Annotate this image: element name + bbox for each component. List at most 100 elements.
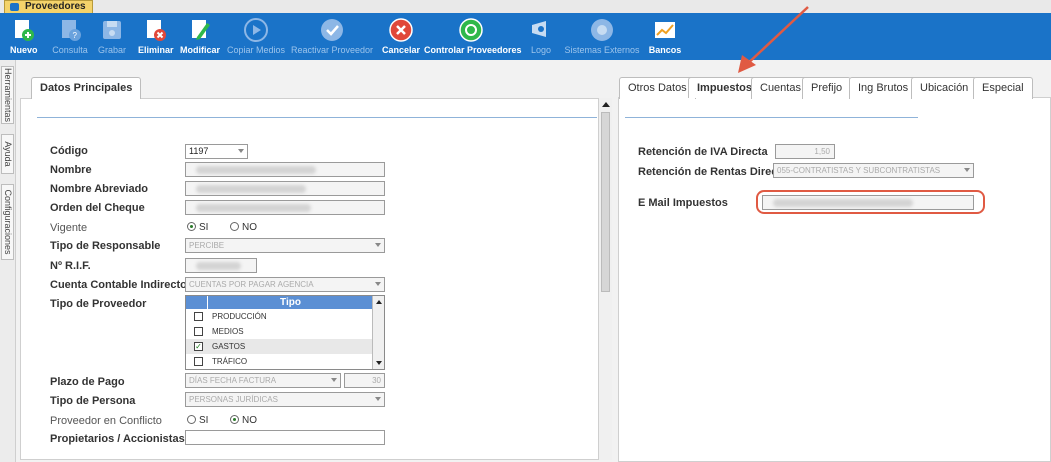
conflicto-no-radio[interactable]: NO [230, 415, 257, 426]
checkbox[interactable] [194, 327, 203, 336]
checkbox[interactable] [194, 357, 203, 366]
cancelar-button[interactable]: Cancelar [381, 16, 421, 60]
cancel-icon [389, 18, 413, 42]
scroll-up-icon[interactable] [602, 102, 610, 107]
external-systems-icon [591, 19, 613, 41]
nombre-input[interactable] [185, 162, 385, 177]
redacted-value [196, 166, 316, 174]
codigo-label: Código [50, 145, 88, 157]
tipo-persona-label: Tipo de Persona [50, 395, 136, 407]
plazo-pago-label: Plazo de Pago [50, 376, 125, 388]
redacted-value [196, 185, 306, 193]
rif-input[interactable] [185, 258, 257, 273]
list-item[interactable]: TRÁFICO [186, 354, 373, 369]
panel-scrollbar[interactable] [598, 98, 612, 460]
side-tab-ayuda[interactable]: Ayuda [1, 134, 14, 174]
plazo-pago-select[interactable]: DÍAS FECHA FACTURA [185, 373, 341, 388]
eliminar-button[interactable]: Eliminar [138, 16, 174, 60]
redacted-value [196, 262, 241, 270]
tab-ubicacion[interactable]: Ubicación [911, 77, 978, 99]
section-divider [625, 117, 918, 118]
cuenta-contable-select[interactable]: CUENTAS POR PAGAR AGENCIA [185, 277, 385, 292]
tab-proveedores-label: Proveedores [25, 1, 86, 12]
nombre-label: Nombre [50, 164, 92, 176]
nombre-abreviado-input[interactable] [185, 181, 385, 196]
logo-icon [532, 21, 546, 37]
vigente-label: Vigente [50, 222, 88, 234]
conflicto-label: Proveedor en Conflicto [50, 415, 162, 427]
svg-text:?: ? [73, 31, 78, 40]
redacted-value [196, 204, 311, 212]
sistemas-externos-button[interactable]: Sistemas Externos [564, 16, 640, 60]
cuenta-contable-label: Cuenta Contable Indirecto [50, 279, 187, 291]
tipo-persona-select[interactable]: PERSONAS JURÍDICAS [185, 392, 385, 407]
chevron-down-icon [375, 282, 381, 286]
tipo-responsable-select[interactable]: PERCIBE [185, 238, 385, 253]
document-tabstrip: Proveedores [0, 0, 1051, 13]
checkmark-icon[interactable]: ✓ [194, 342, 203, 351]
tab-ing-brutos[interactable]: Ing Brutos [849, 77, 918, 99]
tipo-proveedor-label: Tipo de Proveedor [50, 298, 147, 310]
annotation-arrow-icon [738, 6, 809, 73]
checkbox[interactable] [194, 312, 203, 321]
chevron-down-icon [331, 378, 337, 382]
plazo-dias-input[interactable]: 30 [344, 373, 385, 388]
rif-label: Nº R.I.F. [50, 260, 91, 272]
modificar-button[interactable]: Modificar [180, 16, 220, 60]
scroll-up-icon[interactable] [376, 300, 382, 304]
propietarios-label: Propietarios / Accionistas [50, 433, 185, 445]
delete-icon [147, 20, 166, 41]
edit-icon [192, 20, 210, 40]
proveedores-icon [10, 3, 19, 11]
tipo-list-scrollbar[interactable] [372, 296, 384, 369]
side-tab-herramientas[interactable]: Herramientas [1, 66, 14, 124]
vigente-si-radio[interactable]: SI [187, 222, 208, 233]
side-tab-configuraciones[interactable]: Configuraciones [1, 184, 14, 260]
tab-otros-datos[interactable]: Otros Datos [619, 77, 696, 99]
ret-rentas-label: Retención de Rentas Directa [638, 166, 788, 178]
ret-iva-label: Retención de IVA Directa [638, 146, 768, 158]
bancos-button[interactable]: Bancos [647, 16, 683, 60]
ret-iva-input[interactable]: 1,50 [775, 144, 835, 159]
list-item[interactable]: PRODUCCIÓN [186, 309, 373, 324]
chevron-down-icon [375, 397, 381, 401]
consulta-button[interactable]: ? Consulta [50, 16, 90, 60]
check-circle-icon [321, 19, 343, 41]
new-document-icon [15, 20, 34, 41]
query-icon: ? [62, 20, 81, 41]
tab-especial[interactable]: Especial [973, 77, 1033, 99]
reactivar-proveedor-button[interactable]: Reactivar Proveedor [290, 16, 374, 60]
chevron-down-icon [375, 243, 381, 247]
scroll-down-icon[interactable] [376, 361, 382, 365]
codigo-select[interactable]: 1197 [185, 144, 248, 159]
tab-datos-principales[interactable]: Datos Principales [31, 77, 142, 99]
side-tabs: Herramientas Ayuda Configuraciones [0, 60, 16, 462]
tab-prefijo[interactable]: Prefijo [802, 77, 852, 99]
list-item[interactable]: MEDIOS [186, 324, 373, 339]
scroll-thumb[interactable] [601, 112, 610, 292]
orden-cheque-input[interactable] [185, 200, 385, 215]
email-impuestos-label: E Mail Impuestos [638, 197, 728, 209]
section-divider [37, 117, 597, 118]
propietarios-input[interactable] [185, 430, 385, 445]
ret-rentas-select[interactable]: 055-CONTRATISTAS Y SUBCONTRATISTAS [773, 163, 974, 178]
vigente-no-radio[interactable]: NO [230, 222, 257, 233]
bank-chart-icon [655, 22, 675, 38]
tipo-proveedor-list: Tipo PRODUCCIÓN MEDIOS ✓ GASTOS TRÁFICO [185, 295, 385, 370]
control-icon [459, 18, 483, 42]
nuevo-button[interactable]: Nuevo [10, 16, 38, 60]
conflicto-si-radio[interactable]: SI [187, 415, 208, 426]
logo-button[interactable]: Logo [526, 16, 556, 60]
list-item[interactable]: ✓ GASTOS [186, 339, 373, 354]
orden-cheque-label: Orden del Cheque [50, 202, 145, 214]
save-icon [103, 21, 121, 39]
tab-proveedores[interactable]: Proveedores [4, 0, 93, 13]
chevron-down-icon [238, 149, 244, 153]
controlar-proveedores-button[interactable]: Controlar Proveedores [424, 16, 522, 60]
nombre-abreviado-label: Nombre Abreviado [50, 183, 149, 195]
copiar-medios-button[interactable]: Copiar Medios [226, 16, 286, 60]
grabar-button[interactable]: Grabar [96, 16, 128, 60]
tipo-responsable-label: Tipo de Responsable [50, 240, 161, 252]
main-toolbar: Nuevo ? Consulta Grabar Eliminar Modific… [0, 13, 1051, 60]
annotation-highlight [756, 190, 985, 214]
